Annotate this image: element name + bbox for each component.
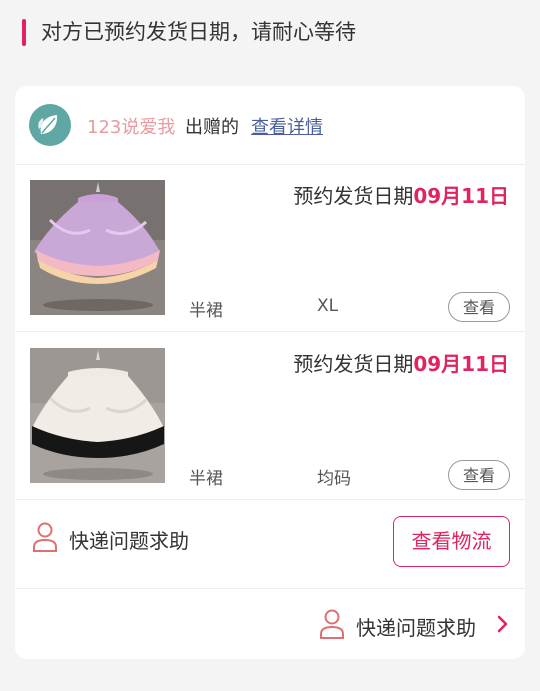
leaf-logo-icon bbox=[29, 104, 71, 146]
ship-label: 预约发货日期 bbox=[293, 184, 414, 208]
list-item: 预约发货日期09月11日 半裙 XL 查看 bbox=[15, 164, 525, 332]
view-logistics-button[interactable]: 查看物流 bbox=[393, 516, 510, 567]
donor-username[interactable]: 123说爱我 bbox=[87, 113, 175, 139]
footer-help-link[interactable]: 快递问题求助 bbox=[356, 612, 476, 641]
item-category: 半裙 bbox=[189, 301, 223, 321]
person-icon bbox=[32, 522, 58, 552]
list-item: 预约发货日期09月11日 半裙 均码 查看 bbox=[15, 332, 525, 500]
ship-date: 09月11日 bbox=[413, 352, 509, 376]
donor-row: 123说爱我 出赠的 查看详情 bbox=[15, 86, 525, 165]
ship-date: 09月11日 bbox=[413, 184, 509, 208]
item-size: XL bbox=[317, 296, 339, 316]
order-card: 123说爱我 出赠的 查看详情 预约发货日期09月11日 半裙 XL 查看 预约… bbox=[15, 86, 525, 659]
donor-gives-text: 出赠的 bbox=[185, 117, 239, 138]
chevron-right-icon[interactable] bbox=[497, 615, 509, 637]
item-category: 半裙 bbox=[189, 469, 223, 489]
ship-label: 预约发货日期 bbox=[293, 352, 414, 376]
courier-help-row: 快递问题求助 查看物流 bbox=[15, 500, 525, 589]
view-details-link[interactable]: 查看详情 bbox=[251, 113, 323, 139]
footer-help-row[interactable]: 快递问题求助 bbox=[15, 589, 525, 659]
product-image[interactable] bbox=[30, 180, 165, 315]
item-size: 均码 bbox=[317, 469, 351, 489]
view-item-button[interactable]: 查看 bbox=[448, 460, 510, 490]
courier-help-link[interactable]: 快递问题求助 bbox=[69, 525, 189, 554]
accent-bar bbox=[22, 19, 26, 46]
scheduled-ship-date: 预约发货日期09月11日 bbox=[293, 348, 509, 377]
status-title: 对方已预约发货日期，请耐心等待 bbox=[41, 20, 356, 44]
person-icon bbox=[319, 609, 345, 639]
scheduled-ship-date: 预约发货日期09月11日 bbox=[293, 180, 509, 209]
view-item-button[interactable]: 查看 bbox=[448, 292, 510, 322]
status-banner: 对方已预约发货日期，请耐心等待 bbox=[0, 0, 540, 70]
product-image[interactable] bbox=[30, 348, 165, 483]
